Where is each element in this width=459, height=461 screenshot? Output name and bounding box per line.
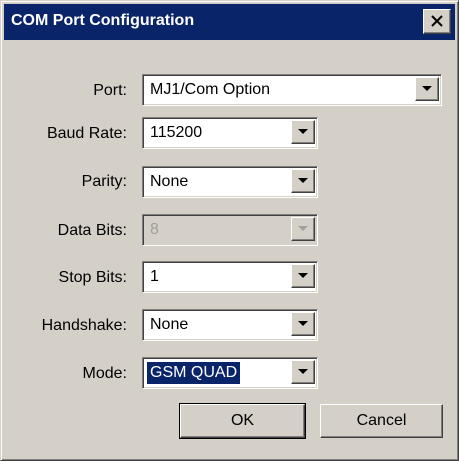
chevron-down-icon bbox=[298, 226, 308, 231]
stop-bits-combobox[interactable]: 1 bbox=[142, 261, 318, 293]
parity-label: Parity: bbox=[81, 173, 127, 190]
mode-value: GSM QUAD bbox=[147, 362, 241, 384]
chevron-down-icon bbox=[422, 86, 432, 91]
stop-bits-label: Stop Bits: bbox=[58, 269, 127, 286]
data-bits-dropdown-button bbox=[291, 217, 315, 241]
baud-rate-dropdown-button[interactable] bbox=[291, 120, 315, 144]
handshake-dropdown-button[interactable] bbox=[291, 312, 315, 336]
port-combobox[interactable]: MJ1/Com Option bbox=[142, 74, 442, 106]
handshake-combobox[interactable]: None bbox=[142, 309, 318, 341]
ok-button[interactable]: OK bbox=[179, 403, 306, 439]
mode-combobox[interactable]: GSM QUAD bbox=[142, 357, 318, 389]
close-button[interactable] bbox=[423, 9, 451, 34]
chevron-down-icon bbox=[298, 369, 308, 374]
data-bits-label: Data Bits: bbox=[57, 222, 127, 239]
chevron-down-icon bbox=[298, 321, 308, 326]
handshake-label: Handshake: bbox=[41, 317, 127, 334]
stop-bits-value: 1 bbox=[150, 268, 159, 285]
parity-value: None bbox=[150, 173, 189, 190]
chevron-down-icon bbox=[298, 178, 308, 183]
chevron-down-icon bbox=[298, 273, 308, 278]
data-bits-value: 8 bbox=[150, 221, 159, 238]
handshake-value: None bbox=[150, 316, 189, 333]
chevron-down-icon bbox=[298, 129, 308, 134]
port-label: Port: bbox=[93, 82, 127, 99]
port-value: MJ1/Com Option bbox=[150, 81, 271, 98]
com-port-configuration-dialog: COM Port Configuration Port: MJ1/Com Opt… bbox=[0, 0, 459, 461]
parity-dropdown-button[interactable] bbox=[291, 169, 315, 193]
port-dropdown-button[interactable] bbox=[415, 77, 439, 101]
mode-dropdown-button[interactable] bbox=[291, 360, 315, 384]
close-icon bbox=[431, 15, 443, 27]
parity-combobox[interactable]: None bbox=[142, 166, 318, 198]
window-title: COM Port Configuration bbox=[11, 12, 195, 29]
baud-rate-label: Baud Rate: bbox=[46, 125, 127, 142]
baud-rate-combobox[interactable]: 115200 bbox=[142, 117, 318, 149]
baud-rate-value: 115200 bbox=[150, 124, 203, 141]
cancel-button[interactable]: Cancel bbox=[320, 404, 443, 438]
mode-label: Mode: bbox=[82, 365, 127, 382]
title-bar[interactable]: COM Port Configuration bbox=[4, 4, 455, 40]
stop-bits-dropdown-button[interactable] bbox=[291, 264, 315, 288]
data-bits-combobox: 8 bbox=[142, 214, 318, 246]
